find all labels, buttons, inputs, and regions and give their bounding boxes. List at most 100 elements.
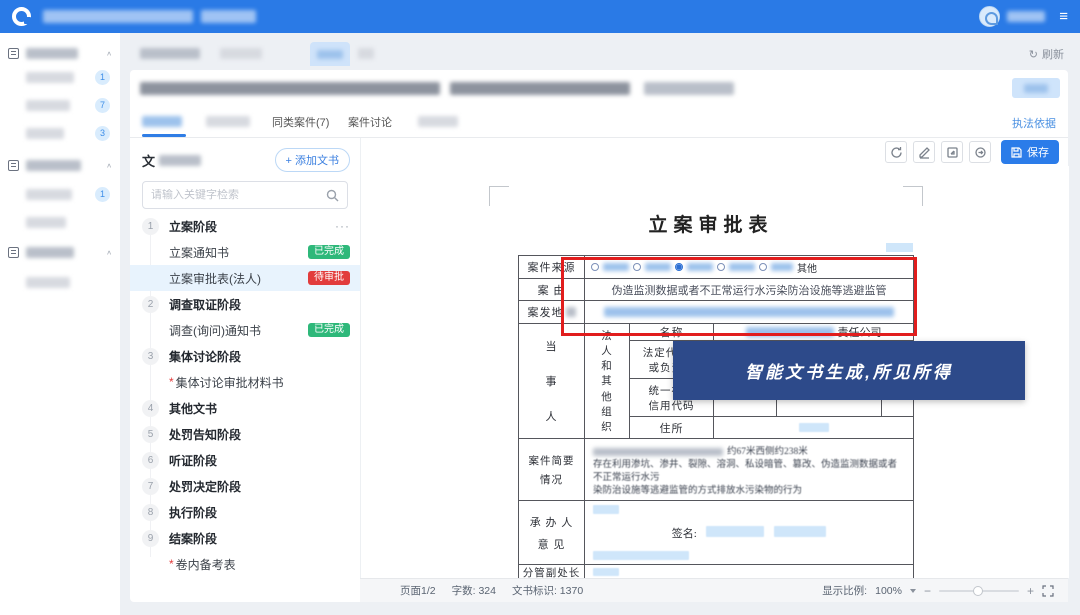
sidebar-group-2[interactable]: ∧ xyxy=(0,154,120,176)
sidebar-item[interactable]: 7 xyxy=(0,94,120,116)
app-title-redacted xyxy=(43,10,193,23)
tab-redacted[interactable] xyxy=(206,106,254,137)
field-highlight xyxy=(886,243,913,252)
zoom-slider-knob[interactable] xyxy=(973,586,983,596)
doc-row[interactable]: * 集体讨论审批材料书 xyxy=(130,369,360,395)
sidebar-item[interactable]: 3 xyxy=(0,122,120,144)
chevron-up-icon: ∧ xyxy=(106,248,112,255)
zoom-out-button[interactable]: − xyxy=(924,584,931,598)
stage-row[interactable]: 1 立案阶段 ··· xyxy=(130,213,360,239)
zoom-dropdown-icon[interactable] xyxy=(910,589,916,593)
save-icon xyxy=(1011,147,1022,158)
document-status-bar: 页面1/2 字数: 324 文书标识: 1370 显示比例: 100% − + xyxy=(360,578,1068,602)
doc-row[interactable]: 立案通知书 已完成 xyxy=(130,239,360,265)
party-label: 当事人 xyxy=(519,324,585,439)
group-label-redacted xyxy=(26,247,74,258)
sidebar-item[interactable]: 1 xyxy=(0,66,120,88)
doc-id: 文书标识: 1370 xyxy=(512,583,583,598)
stage-row[interactable]: 3 集体讨论阶段 xyxy=(130,343,360,369)
sidebar-item[interactable] xyxy=(0,211,120,233)
workspace-tab-strip: ↻ 刷新 xyxy=(130,40,1068,68)
deputy-value[interactable] xyxy=(585,565,914,578)
add-document-button[interactable]: + 添加文书 xyxy=(275,148,350,172)
document-canvas[interactable]: 立案审批表 案件来源 其他 案 由 伪造监测数据或者不正常运行水污染防治设施等逃… xyxy=(361,166,1069,578)
deputy-label: 分管副处长 xyxy=(519,565,585,578)
printer-icon xyxy=(8,160,19,171)
case-title-redacted xyxy=(450,82,630,95)
username-redacted xyxy=(1007,11,1045,22)
required-mark: * xyxy=(169,557,174,571)
signature-icon xyxy=(918,146,931,159)
count-badge: 1 xyxy=(95,70,110,85)
search-box xyxy=(142,181,348,209)
document-preview: 保存 立案审批表 案件来源 其他 案 由 伪 xyxy=(360,138,1068,578)
signature-redacted xyxy=(706,526,764,537)
sidebar-group-3[interactable]: ∧ xyxy=(0,241,120,263)
hamburger-menu-icon[interactable]: ≡ xyxy=(1059,8,1068,25)
stage-list: 1 立案阶段 ··· 立案通知书 已完成 立案审批表(法人) 待审批 2 调查取… xyxy=(130,213,360,577)
tab-case-discussion[interactable]: 案件讨论 xyxy=(348,106,392,137)
doc-row[interactable]: * 卷内备考表 xyxy=(130,551,360,577)
tab-redacted[interactable] xyxy=(418,106,462,137)
zoom-in-button[interactable]: + xyxy=(1027,584,1034,598)
refresh-doc-button[interactable] xyxy=(885,141,907,163)
sidebar-group-1[interactable]: ∧ xyxy=(0,42,120,64)
tab-close-redacted[interactable] xyxy=(358,48,374,59)
address-label: 住所 xyxy=(630,417,714,439)
export-icon xyxy=(946,146,959,159)
document-title: 立案审批表 xyxy=(486,210,936,237)
preview-toolbar: 保存 xyxy=(361,138,1069,166)
refresh-icon: ↻ xyxy=(1029,48,1038,61)
sync-button[interactable] xyxy=(969,141,991,163)
breadcrumb-redacted[interactable] xyxy=(220,48,262,59)
refresh-icon xyxy=(890,146,903,159)
zoom-value[interactable]: 100% xyxy=(875,585,902,597)
handler-label: 承 办 人意 见 xyxy=(519,501,585,565)
signature-redacted xyxy=(774,526,826,537)
address-value[interactable] xyxy=(714,417,914,439)
sidebar-item[interactable]: 1 xyxy=(0,183,120,205)
brief-value[interactable]: 约67米西侧约238米 存在利用渗坑、渗井、裂隙、溶洞、私设暗管、篡改、伪造监测… xyxy=(585,439,914,501)
stage-row[interactable]: 6 听证阶段 xyxy=(130,447,360,473)
save-button[interactable]: 保存 xyxy=(1001,140,1059,164)
user-avatar[interactable] xyxy=(979,6,1000,27)
brief-label: 案件简要情况 xyxy=(519,439,585,501)
law-basis-link[interactable]: 执法依据 xyxy=(1012,115,1056,131)
more-actions-icon[interactable]: ··· xyxy=(335,219,350,233)
app-title-redacted xyxy=(201,10,256,23)
handler-opinion[interactable]: 签名: xyxy=(585,501,914,565)
stage-row[interactable]: 8 执行阶段 xyxy=(130,499,360,525)
status-badge: 待审批 xyxy=(308,271,350,285)
stage-row[interactable]: 7 处罚决定阶段 xyxy=(130,473,360,499)
active-workspace-tab[interactable] xyxy=(310,42,350,66)
document-icon xyxy=(8,247,19,258)
count-badge: 3 xyxy=(95,126,110,141)
stage-row[interactable]: 9 结案阶段 xyxy=(130,525,360,551)
stage-row[interactable]: 5 处罚告知阶段 xyxy=(130,421,360,447)
doc-row-selected[interactable]: 立案审批表(法人) 待审批 xyxy=(130,265,360,291)
case-tab-row: 同类案件(7) 案件讨论 执法依据 xyxy=(130,106,1068,138)
group-label-redacted xyxy=(26,160,81,171)
search-input[interactable] xyxy=(151,189,326,201)
search-icon[interactable] xyxy=(326,189,339,202)
zoom-slider[interactable] xyxy=(939,590,1019,592)
ai-highlight-box xyxy=(561,257,917,336)
folder-icon xyxy=(8,48,19,59)
main-card: 同类案件(7) 案件讨论 执法依据 文 + 添加文书 1 立案阶段 ··· 立案… xyxy=(130,70,1068,602)
breadcrumb-redacted[interactable] xyxy=(140,48,200,59)
signature-button[interactable] xyxy=(913,141,935,163)
stage-row[interactable]: 2 调查取证阶段 xyxy=(130,291,360,317)
doc-row[interactable]: 调查(询问)通知书 已完成 xyxy=(130,317,360,343)
stage-row[interactable]: 4 其他文书 xyxy=(130,395,360,421)
sync-icon xyxy=(974,146,987,159)
sidebar-item[interactable] xyxy=(0,271,120,293)
export-button[interactable] xyxy=(941,141,963,163)
fit-screen-icon[interactable] xyxy=(1042,585,1054,597)
refresh-link[interactable]: ↻ 刷新 xyxy=(1029,46,1064,62)
document-tree-panel: 文 + 添加文书 1 立案阶段 ··· 立案通知书 已完成 立案审批表(法人) … xyxy=(130,138,360,580)
settings-button[interactable] xyxy=(1012,78,1060,98)
sign-label: 签名: xyxy=(672,528,697,540)
tab-documents[interactable] xyxy=(142,106,186,137)
tab-similar-cases[interactable]: 同类案件(7) xyxy=(272,106,329,137)
sign-date-redacted xyxy=(593,551,689,560)
